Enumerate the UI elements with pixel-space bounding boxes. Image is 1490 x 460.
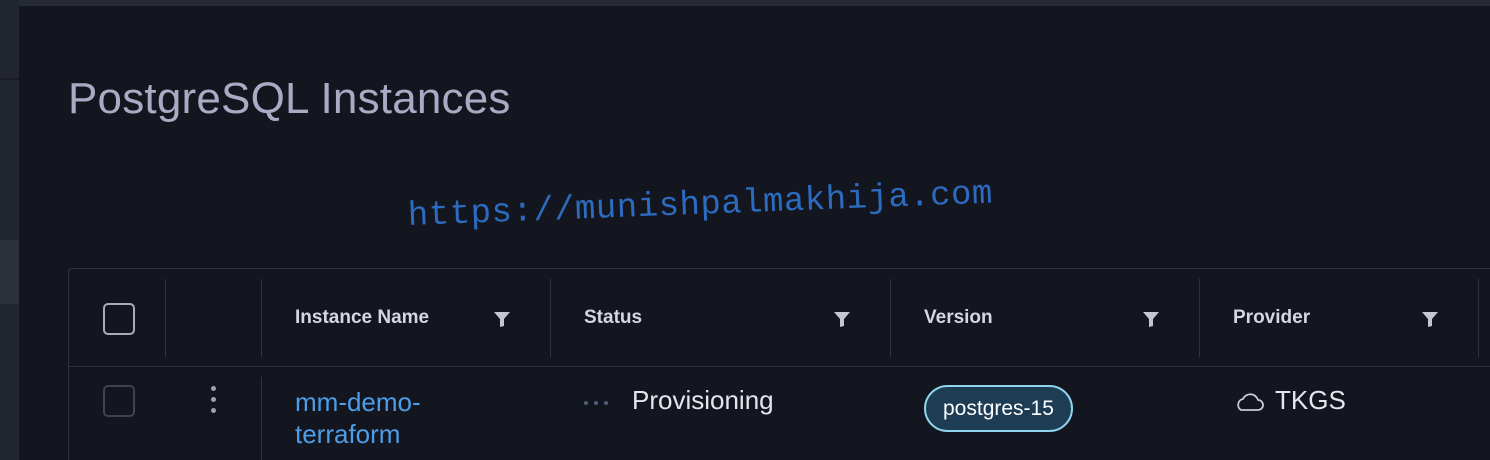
status-text: Provisioning <box>632 385 774 415</box>
filter-icon[interactable] <box>1421 310 1439 328</box>
column-separator <box>165 279 166 357</box>
row-select-checkbox[interactable] <box>103 385 135 417</box>
watermark: https://munishpalmakhija.com <box>407 175 994 236</box>
select-all-checkbox[interactable] <box>103 303 135 335</box>
filter-icon[interactable] <box>833 310 851 328</box>
column-separator[interactable] <box>550 279 551 357</box>
column-separator[interactable] <box>261 279 262 357</box>
header-bar <box>19 0 1490 6</box>
sidebar-active-item[interactable] <box>0 240 19 304</box>
cloud-icon <box>1237 393 1264 411</box>
sidebar-divider <box>0 78 19 80</box>
row-column-separator <box>261 377 262 460</box>
version-badge: postgres-15 <box>924 385 1073 432</box>
column-separator[interactable] <box>1199 279 1200 357</box>
column-header-version[interactable]: Version <box>924 307 993 329</box>
grid-header: Instance Name Status Version Provider <box>69 269 1490 367</box>
loading-dots-icon <box>584 392 618 405</box>
column-header-instance-name[interactable]: Instance Name <box>295 307 429 329</box>
provider-text: TKGS <box>1275 385 1346 415</box>
row-actions-kebab-icon[interactable] <box>203 383 223 423</box>
instances-datagrid: Instance Name Status Version Provider mm… <box>68 268 1490 460</box>
column-header-status[interactable]: Status <box>584 307 642 329</box>
filter-icon[interactable] <box>1142 310 1160 328</box>
column-separator[interactable] <box>890 279 891 357</box>
page-title: PostgreSQL Instances <box>68 74 511 123</box>
filter-icon[interactable] <box>493 310 511 328</box>
column-separator[interactable] <box>1478 279 1479 357</box>
column-header-provider[interactable]: Provider <box>1233 307 1310 329</box>
page: PostgreSQL Instances https://munishpalma… <box>0 0 1490 460</box>
sidebar <box>0 0 19 460</box>
instance-name-link[interactable]: mm-demo-terraform <box>295 386 495 450</box>
